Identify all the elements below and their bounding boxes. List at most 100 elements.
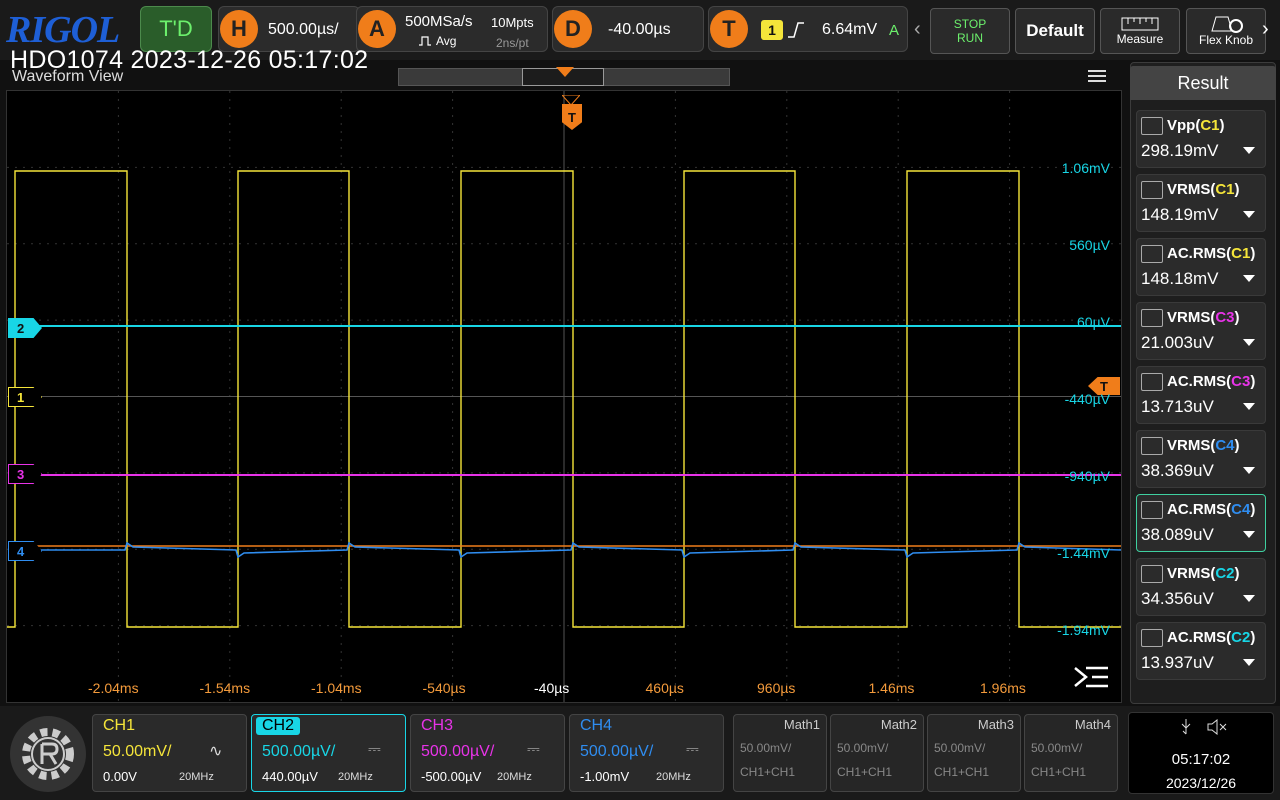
dropdown-icon[interactable]: [1243, 275, 1255, 282]
math-scale: 50.00mV/: [740, 741, 792, 755]
math-name: Math3: [977, 717, 1014, 732]
math-4-box[interactable]: Math4 50.00mV/CH1+CH1: [1024, 714, 1118, 792]
channel-offset: -500.00µV: [421, 769, 482, 784]
horizontal-badge: H: [220, 10, 258, 48]
channel-name: CH3: [421, 717, 454, 734]
measurement-label: AC.RMS(C1): [1167, 245, 1256, 262]
measurement-type-icon: [1141, 373, 1163, 391]
chevron-left-icon[interactable]: ‹: [914, 18, 921, 41]
channel-2-box[interactable]: CH2 500.00µV/ ⎓ 440.00µV 20MHz: [251, 714, 406, 792]
flex-knob-label: Flex Knob: [1198, 33, 1254, 47]
trigger-type: A: [889, 22, 900, 39]
clock-date: 2023/12/26: [1165, 775, 1237, 791]
measurement-item[interactable]: VRMS(C3) 21.003uV: [1136, 302, 1266, 360]
x-axis-label: 460µs: [645, 680, 684, 696]
measurement-item[interactable]: AC.RMS(C2) 13.937uV: [1136, 622, 1266, 680]
collapse-icon[interactable]: [1072, 664, 1110, 694]
y-axis-label: -440µV: [1064, 391, 1110, 407]
measurement-type-icon: [1141, 117, 1163, 135]
x-axis-label: -40µs: [534, 680, 570, 696]
channel-name: CH4: [580, 717, 613, 734]
menu-icon[interactable]: [1086, 68, 1108, 84]
measurement-type-icon: [1141, 501, 1163, 519]
acquire-mode: Avg: [418, 34, 456, 48]
delay-badge: D: [554, 10, 592, 48]
trigger-position-icon: [556, 67, 574, 77]
stop-run-button[interactable]: STOP RUN: [930, 8, 1010, 54]
measure-button[interactable]: Measure: [1100, 8, 1180, 54]
channel-bandwidth: 20MHz: [497, 771, 532, 783]
measure-label: Measure: [1116, 32, 1164, 46]
channel-scale: 50.00mV/: [103, 743, 172, 760]
math-3-box[interactable]: Math3 50.00mV/CH1+CH1: [927, 714, 1021, 792]
measurement-item[interactable]: VRMS(C2) 34.356uV: [1136, 558, 1266, 616]
clock-time: 05:17:02: [1171, 751, 1231, 768]
measurement-value: 148.18mV: [1141, 269, 1219, 288]
measurement-value: 21.003uV: [1141, 333, 1214, 352]
measurement-item[interactable]: Vpp(C1) 298.19mV: [1136, 110, 1266, 168]
math-scale: 50.00mV/: [1031, 741, 1083, 755]
channel-1-box[interactable]: CH1 50.00mV/ ∿ 0.00V 20MHz: [92, 714, 247, 792]
dropdown-icon[interactable]: [1243, 531, 1255, 538]
measurement-item[interactable]: AC.RMS(C1) 148.18mV: [1136, 238, 1266, 296]
channel-bandwidth: 20MHz: [179, 771, 214, 783]
measurement-value: 34.356uV: [1141, 589, 1214, 608]
measurement-item[interactable]: AC.RMS(C4) 38.089uV: [1136, 494, 1266, 552]
measurement-type-icon: [1141, 565, 1163, 583]
trigger-level: 6.64mV: [822, 21, 878, 38]
flex-knob-button[interactable]: Flex Knob: [1186, 8, 1266, 54]
channel-offset: 0.00V: [103, 769, 137, 784]
math-name: Math4: [1074, 717, 1111, 732]
overlay-title: HDO1074 2023-12-26 05:17:02: [10, 46, 369, 74]
y-axis-label: 1.06mV: [1061, 160, 1110, 176]
rising-edge-icon: [788, 22, 804, 38]
x-axis-label: 1.46ms: [868, 680, 915, 696]
measurement-value: 38.089uV: [1141, 525, 1214, 544]
dropdown-icon[interactable]: [1243, 403, 1255, 410]
waveform-area[interactable]: [6, 90, 1122, 703]
chevron-right-icon[interactable]: ›: [1262, 18, 1269, 41]
avg-waveform-icon: [419, 36, 431, 46]
channel-4-box[interactable]: CH4 500.00µV/ ⎓ -1.00mV 20MHz: [569, 714, 724, 792]
measurement-label: VRMS(C4): [1167, 437, 1240, 454]
math-2-box[interactable]: Math2 50.00mV/CH1+CH1: [830, 714, 924, 792]
measurement-label: VRMS(C1): [1167, 181, 1240, 198]
channel-scale: 500.00µV/: [421, 743, 495, 760]
ruler-icon: [1121, 17, 1159, 31]
y-axis-label: 560µV: [1069, 237, 1110, 253]
channel-scale: 500.00µV/: [262, 743, 336, 760]
measurement-item[interactable]: AC.RMS(C3) 13.713uV: [1136, 366, 1266, 424]
speaker-mute-icon[interactable]: [1206, 718, 1228, 740]
measurement-item[interactable]: VRMS(C1) 148.19mV: [1136, 174, 1266, 232]
measurement-value: 298.19mV: [1141, 141, 1219, 160]
measurement-type-icon: [1141, 629, 1163, 647]
sample-rate: 500MSa/s: [405, 13, 473, 30]
channel-bandwidth: 20MHz: [656, 771, 691, 783]
channel-3-box[interactable]: CH3 500.00µV/ ⎓ -500.00µV 20MHz: [410, 714, 565, 792]
dropdown-icon[interactable]: [1243, 147, 1255, 154]
x-axis-label: 960µs: [757, 680, 796, 696]
channel-4-trace: [37, 541, 1121, 559]
channel-scale: 500.00µV/: [580, 743, 654, 760]
channel-name: CH2: [256, 717, 301, 735]
dropdown-icon[interactable]: [1243, 595, 1255, 602]
math-1-box[interactable]: Math1 50.00mV/CH1+CH1: [733, 714, 827, 792]
resolution: 2ns/pt: [496, 36, 529, 50]
measurement-value: 148.19mV: [1141, 205, 1219, 224]
math-source: CH1+CH1: [1031, 765, 1087, 779]
coupling-icon: ⎓: [368, 741, 381, 758]
dropdown-icon[interactable]: [1243, 467, 1255, 474]
measurement-type-icon: [1141, 437, 1163, 455]
coupling-icon: ⎓: [686, 741, 699, 758]
dropdown-icon[interactable]: [1243, 659, 1255, 666]
measurement-item[interactable]: VRMS(C4) 38.369uV: [1136, 430, 1266, 488]
default-button[interactable]: Default: [1015, 8, 1095, 54]
dropdown-icon[interactable]: [1243, 339, 1255, 346]
dropdown-icon[interactable]: [1243, 211, 1255, 218]
x-axis-label: -2.04ms: [88, 680, 139, 696]
math-source: CH1+CH1: [837, 765, 893, 779]
x-axis-label: -1.04ms: [311, 680, 362, 696]
y-axis-label: -940µV: [1064, 468, 1110, 484]
rigol-menu-button[interactable]: [10, 716, 86, 792]
x-axis-label: -540µs: [422, 680, 466, 696]
